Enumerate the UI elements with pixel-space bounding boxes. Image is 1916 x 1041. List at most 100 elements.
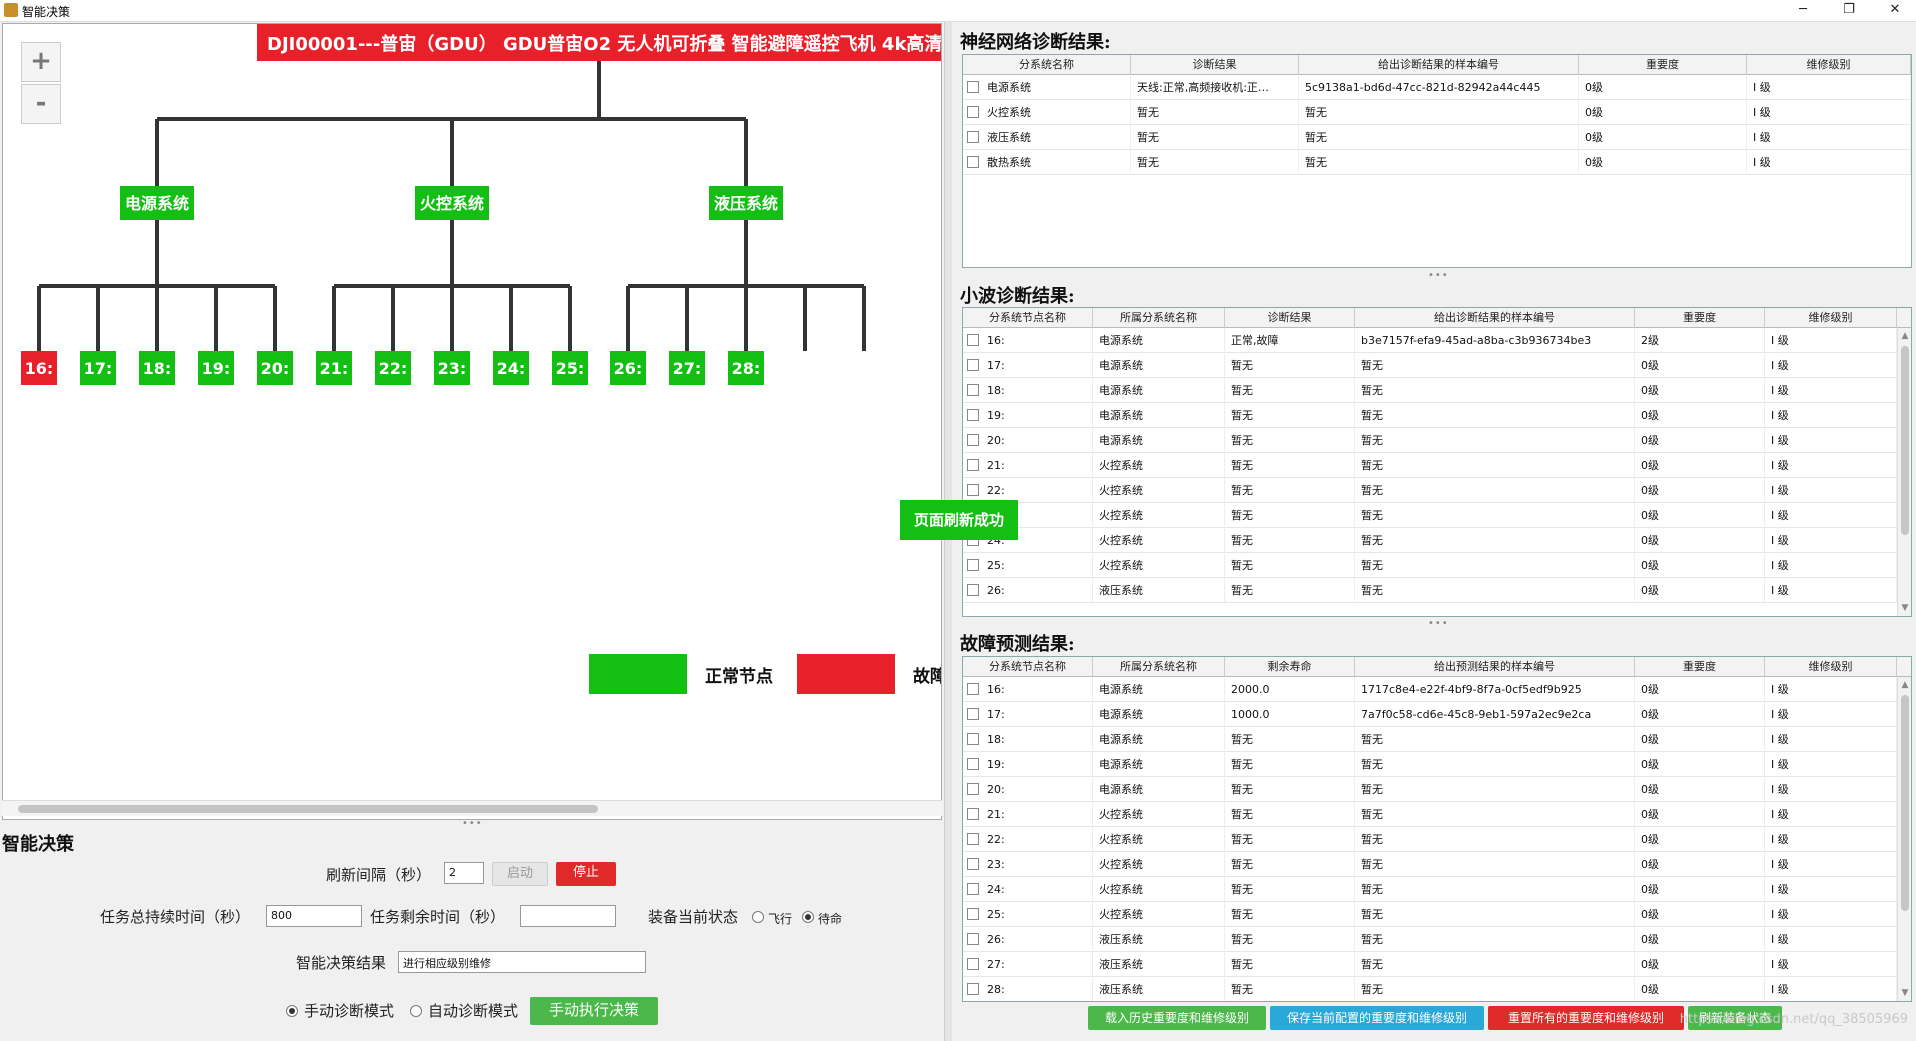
column-header[interactable]: 剩余寿命 bbox=[1225, 657, 1355, 677]
column-header[interactable]: 分系统名称 bbox=[963, 55, 1131, 75]
table-row[interactable]: 17: 电源系统 暂无 暂无 0级 I 级 bbox=[963, 353, 1897, 378]
table-row[interactable]: 液压系统 暂无 暂无 0级 I 级 bbox=[963, 125, 1911, 150]
row-checkbox[interactable] bbox=[967, 359, 979, 371]
horizontal-scroll-thumb[interactable] bbox=[18, 805, 598, 813]
table-row[interactable]: 18: 电源系统 暂无 暂无 0级 I 级 bbox=[963, 378, 1897, 403]
row-checkbox[interactable] bbox=[967, 434, 979, 446]
column-header[interactable]: 重要度 bbox=[1579, 55, 1747, 75]
row-checkbox[interactable] bbox=[967, 908, 979, 920]
auto-mode-radio[interactable] bbox=[410, 1005, 422, 1017]
table-row[interactable]: 27: 液压系统 暂无 暂无 0级 I 级 bbox=[963, 952, 1897, 977]
zoom-out-button[interactable]: - bbox=[21, 84, 61, 124]
column-header[interactable]: 所属分系统名称 bbox=[1093, 308, 1225, 328]
row-checkbox[interactable] bbox=[967, 858, 979, 870]
state-wait-radio[interactable] bbox=[802, 911, 814, 923]
action-button[interactable]: 载入历史重要度和维修级别 bbox=[1088, 1006, 1266, 1030]
column-header[interactable]: 给出预测结果的样本编号 bbox=[1355, 657, 1635, 677]
column-header[interactable]: 给出诊断结果的样本编号 bbox=[1355, 308, 1635, 328]
total-time-input[interactable]: 800 bbox=[266, 905, 362, 927]
table-row[interactable]: 24: 火控系统 暂无 暂无 0级 I 级 bbox=[963, 877, 1897, 902]
zoom-in-button[interactable]: + bbox=[21, 42, 61, 82]
table-row[interactable]: 20: 电源系统 暂无 暂无 0级 I 级 bbox=[963, 428, 1897, 453]
row-checkbox[interactable] bbox=[967, 758, 979, 770]
start-button[interactable]: 启动 bbox=[492, 862, 548, 886]
table-row[interactable]: 24: 火控系统 暂无 暂无 0级 I 级 bbox=[963, 528, 1897, 553]
row-checkbox[interactable] bbox=[967, 484, 979, 496]
table-row[interactable]: 火控系统 暂无 暂无 0级 I 级 bbox=[963, 100, 1911, 125]
column-header[interactable]: 所属分系统名称 bbox=[1093, 657, 1225, 677]
table-row[interactable]: 25: 火控系统 暂无 暂无 0级 I 级 bbox=[963, 902, 1897, 927]
row-checkbox[interactable] bbox=[967, 833, 979, 845]
execute-decision-button[interactable]: 手动执行决策 bbox=[530, 997, 658, 1025]
splitter-grip-icon[interactable]: ••• bbox=[1428, 270, 1449, 281]
row-checkbox[interactable] bbox=[967, 106, 979, 118]
splitter-grip-icon[interactable]: ••• bbox=[1428, 618, 1449, 629]
row-checkbox[interactable] bbox=[967, 983, 979, 995]
column-header[interactable]: 诊断结果 bbox=[1131, 55, 1299, 75]
refresh-interval-input[interactable]: 2 bbox=[444, 862, 484, 884]
row-checkbox[interactable] bbox=[967, 708, 979, 720]
action-button[interactable]: 重置所有的重要度和维修级别 bbox=[1488, 1006, 1684, 1030]
maximize-button[interactable]: ❐ bbox=[1826, 0, 1872, 22]
table-row[interactable]: 19: 电源系统 暂无 暂无 0级 I 级 bbox=[963, 752, 1897, 777]
table-row[interactable]: 21: 火控系统 暂无 暂无 0级 I 级 bbox=[963, 802, 1897, 827]
vertical-scroll-thumb[interactable] bbox=[1901, 346, 1909, 535]
remain-time-input[interactable] bbox=[520, 905, 616, 927]
scroll-up-icon[interactable]: ▲ bbox=[1899, 679, 1911, 691]
table-row[interactable]: 19: 电源系统 暂无 暂无 0级 I 级 bbox=[963, 403, 1897, 428]
table-row[interactable]: 16: 电源系统 2000.0 1717c8e4-e22f-4bf9-8f7a-0cf… bbox=[963, 677, 1897, 702]
row-checkbox[interactable] bbox=[967, 81, 979, 93]
table-row[interactable]: 23:火控系统暂无暂无0级I 级 bbox=[963, 503, 1897, 528]
table-row[interactable]: 17: 电源系统 1000.0 7a7f0c58-cd6e-45c8-9eb1-597… bbox=[963, 702, 1897, 727]
table-row[interactable]: 22: 火控系统 暂无 暂无 0级 I 级 bbox=[963, 827, 1897, 852]
row-checkbox[interactable] bbox=[967, 584, 979, 596]
table-row[interactable]: 26: 液压系统 暂无 暂无 0级 I 级 bbox=[963, 927, 1897, 952]
action-button[interactable]: 保存当前配置的重要度和维修级别 bbox=[1270, 1006, 1484, 1030]
column-header[interactable]: 给出诊断结果的样本编号 bbox=[1299, 55, 1579, 75]
row-checkbox[interactable] bbox=[967, 559, 979, 571]
row-checkbox[interactable] bbox=[967, 131, 979, 143]
close-button[interactable]: ✕ bbox=[1872, 0, 1916, 22]
table-row[interactable]: 25: 火控系统 暂无 暂无 0级 I 级 bbox=[963, 553, 1897, 578]
row-checkbox[interactable] bbox=[967, 459, 979, 471]
table-row[interactable]: 20: 电源系统 暂无 暂无 0级 I 级 bbox=[963, 777, 1897, 802]
column-header[interactable]: 维修级别 bbox=[1765, 308, 1897, 328]
vertical-scrollbar[interactable]: ▲ ▼ bbox=[1897, 677, 1911, 1001]
column-header[interactable]: 维修级别 bbox=[1765, 657, 1897, 677]
row-checkbox[interactable] bbox=[967, 733, 979, 745]
row-checkbox[interactable] bbox=[967, 808, 979, 820]
row-checkbox[interactable] bbox=[967, 409, 979, 421]
column-header[interactable]: 诊断结果 bbox=[1225, 308, 1355, 328]
stop-button[interactable]: 停止 bbox=[556, 862, 616, 886]
row-checkbox[interactable] bbox=[967, 156, 979, 168]
column-header[interactable]: 重要度 bbox=[1635, 308, 1765, 328]
row-checkbox[interactable] bbox=[967, 683, 979, 695]
table-row[interactable]: 26: 液压系统 暂无 暂无 0级 I 级 bbox=[963, 578, 1897, 603]
column-header[interactable]: 分系统节点名称 bbox=[963, 657, 1093, 677]
horizontal-scrollbar[interactable] bbox=[2, 800, 942, 816]
table-row[interactable]: 28: 液压系统 暂无 暂无 0级 I 级 bbox=[963, 977, 1897, 1001]
table-row[interactable]: 16: 电源系统 正常,故障 b3e7157f-efa9-45ad-a8ba-c3b9… bbox=[963, 328, 1897, 353]
table-row[interactable]: 22: 火控系统 暂无 暂无 0级 I 级 bbox=[963, 478, 1897, 503]
table-row[interactable]: 18: 电源系统 暂无 暂无 0级 I 级 bbox=[963, 727, 1897, 752]
row-checkbox[interactable] bbox=[967, 933, 979, 945]
table-row[interactable]: 散热系统 暂无 暂无 0级 I 级 bbox=[963, 150, 1911, 175]
vertical-scroll-thumb[interactable] bbox=[1901, 695, 1909, 911]
row-checkbox[interactable] bbox=[967, 883, 979, 895]
row-checkbox[interactable] bbox=[967, 783, 979, 795]
decision-result-field[interactable]: 进行相应级别维修 bbox=[398, 951, 646, 973]
row-checkbox[interactable] bbox=[967, 958, 979, 970]
scroll-up-icon[interactable]: ▲ bbox=[1899, 330, 1911, 342]
column-header[interactable]: 重要度 bbox=[1635, 657, 1765, 677]
column-header[interactable]: 分系统节点名称 bbox=[963, 308, 1093, 328]
table-row[interactable]: 电源系统 天线:正常,高频接收机:正… 5c9138a1-bd6d-47cc-821… bbox=[963, 75, 1911, 100]
row-checkbox[interactable] bbox=[967, 334, 979, 346]
minimize-button[interactable]: ─ bbox=[1780, 0, 1826, 22]
scroll-down-icon[interactable]: ▼ bbox=[1899, 987, 1911, 999]
row-checkbox[interactable] bbox=[967, 384, 979, 396]
column-header[interactable]: 维修级别 bbox=[1747, 55, 1911, 75]
manual-mode-radio[interactable] bbox=[286, 1005, 298, 1017]
vertical-scrollbar[interactable]: ▲ ▼ bbox=[1897, 328, 1911, 616]
table-row[interactable]: 23:火控系统暂无暂无0级I 级 bbox=[963, 852, 1897, 877]
table-row[interactable]: 21: 火控系统 暂无 暂无 0级 I 级 bbox=[963, 453, 1897, 478]
